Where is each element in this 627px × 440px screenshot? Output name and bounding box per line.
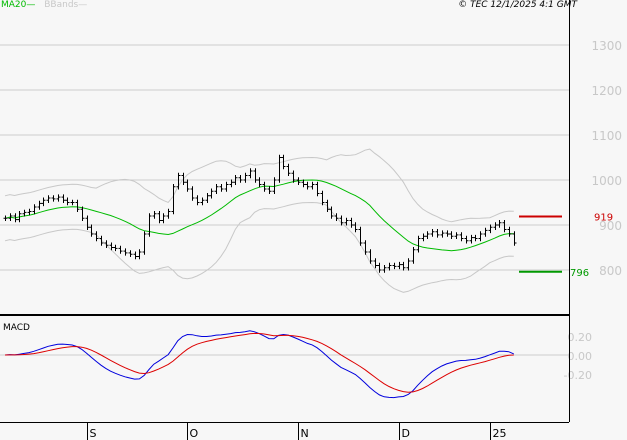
macd-line: [4, 330, 515, 399]
macd-tick-label: 0.20: [568, 331, 593, 344]
x-tick-label: S: [90, 427, 97, 440]
price-tick-label: 1000: [591, 174, 622, 188]
macd-tick-label: 0.00: [568, 350, 593, 363]
macd-tick-label: -0.20: [564, 369, 592, 382]
legend-ma20-swatch: —: [26, 0, 36, 10]
copyright: © TEC 12/1/2025 4:1 GMT: [458, 0, 577, 10]
chart-container: 800 900 1000 1100 1200 1300 0.20 0.00 -0.20 919 79…: [0, 0, 627, 440]
ma20-line: [4, 179, 514, 252]
legend: MA20— BBands—: [1, 0, 87, 10]
x-tick-label: 25: [493, 427, 507, 440]
legend-bbands: BBands: [44, 0, 79, 10]
legend-ma20: MA20: [1, 0, 27, 10]
price-tick-label: 1200: [591, 84, 622, 98]
chart-svg: 80090010001100120013000.200.00-0.2091979…: [0, 0, 622, 440]
macd-signal-line: [4, 332, 514, 393]
resistance-label: 919: [594, 212, 613, 223]
x-tick-label: N: [301, 427, 309, 440]
price-tick-label: 800: [599, 264, 622, 278]
x-tick-label: O: [190, 427, 199, 440]
legend-bbands-swatch: —: [78, 0, 88, 10]
bband-lower: [4, 201, 514, 293]
x-tick-label: D: [402, 427, 410, 440]
macd-title: MACD: [3, 323, 30, 333]
support-label: 796: [570, 268, 589, 279]
price-tick-label: 1300: [591, 39, 622, 53]
price-tick-label: 1100: [591, 129, 622, 143]
